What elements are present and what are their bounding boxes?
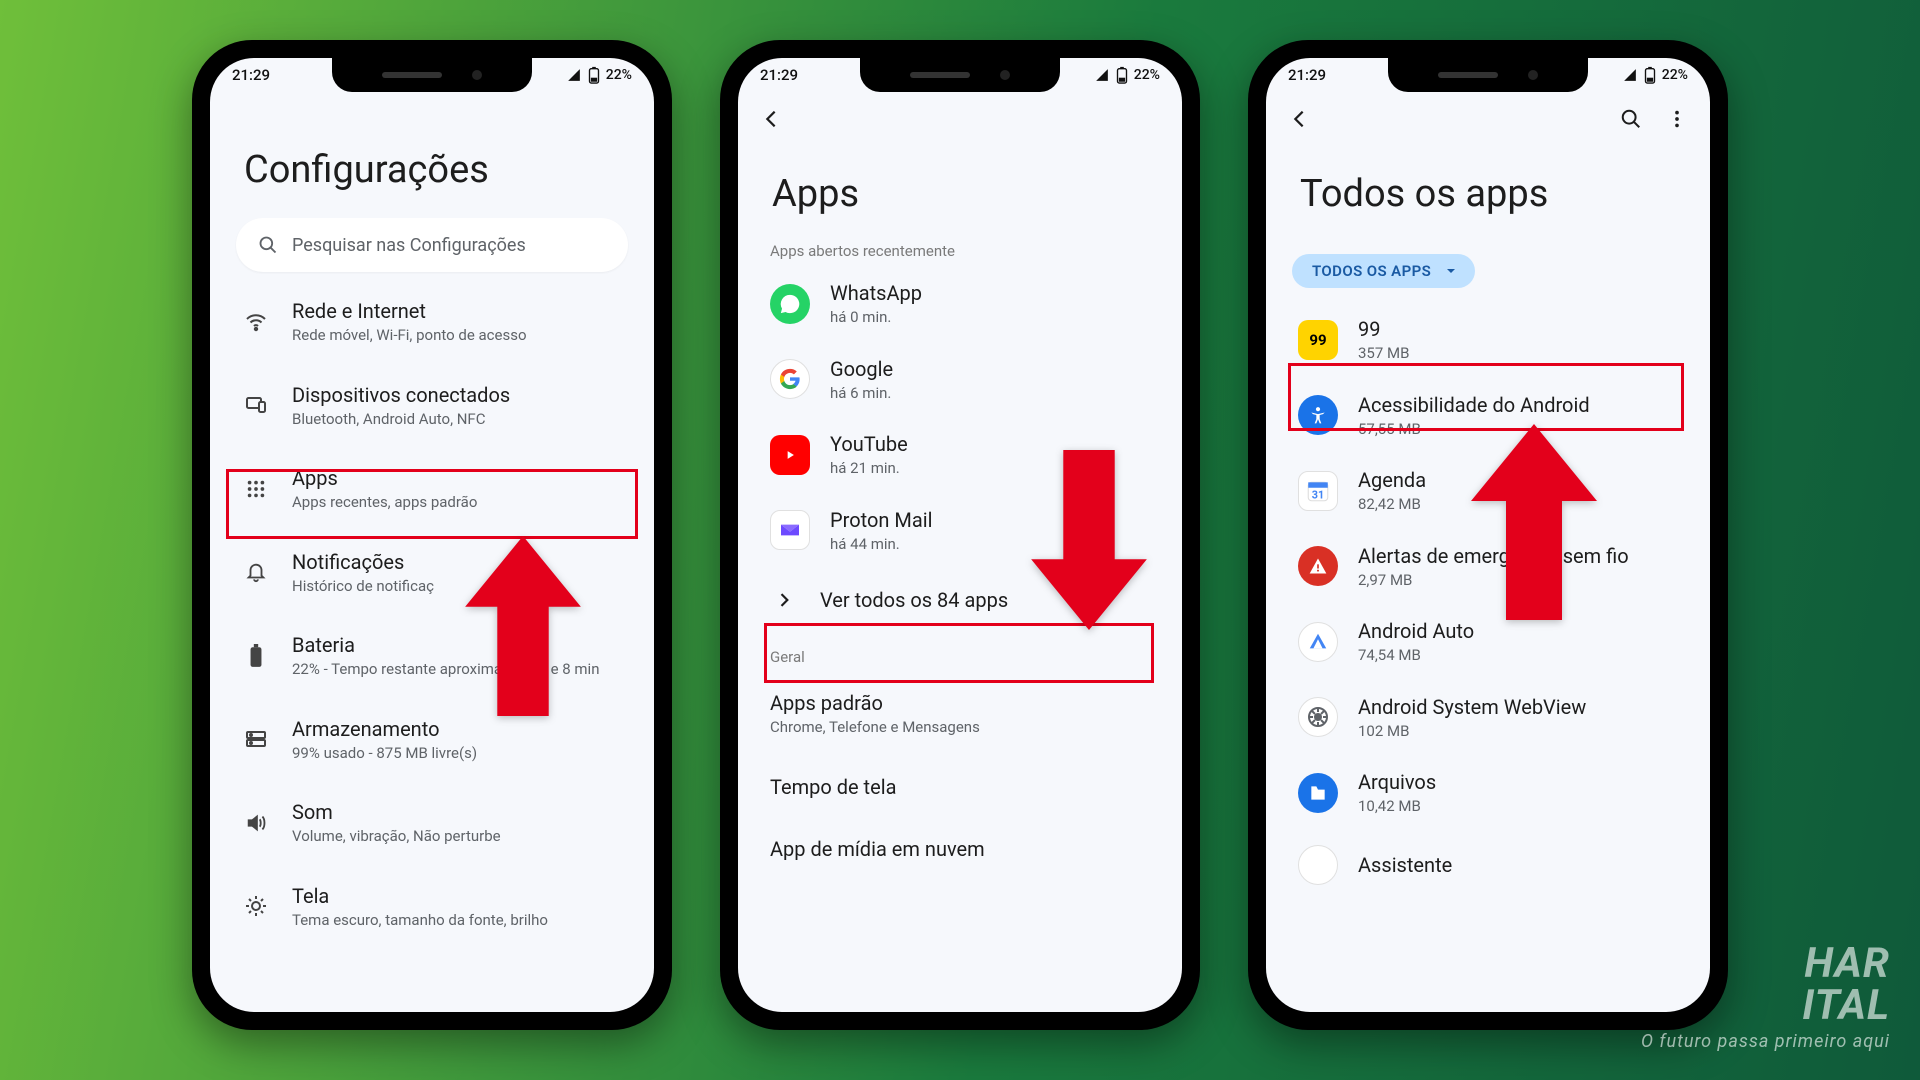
signal-icon: [1094, 68, 1110, 82]
whatsapp-icon: [770, 284, 810, 324]
overflow-menu-button[interactable]: [1662, 104, 1692, 134]
screen-all-apps: 21:29 22% Todos: [1266, 58, 1710, 1012]
youtube-icon: [770, 435, 810, 475]
battery-icon: [1116, 66, 1128, 84]
settings-item-battery[interactable]: Bateria22% - Tempo restante aproximado: …: [236, 614, 628, 698]
webview-icon: [1298, 697, 1338, 737]
general-default-apps[interactable]: Apps padrãoChrome, Telefone e Mensagens: [764, 672, 1156, 756]
top-app-bar: [738, 92, 1182, 146]
battery-icon: [242, 642, 270, 670]
screen-settings: 21:29 22% Configurações Pesquisar nas Co…: [210, 58, 654, 1012]
page-title: Configurações: [244, 148, 628, 192]
notch: [1388, 58, 1588, 92]
status-battery: 22%: [1134, 67, 1160, 83]
wifi-icon: [242, 308, 270, 336]
phone-frame: 21:29 22% Configurações Pesquisar nas Co…: [192, 40, 672, 1030]
page-title: Apps: [772, 172, 1156, 216]
settings-item-notifications[interactable]: NotificaçõesHistórico de notificaç: [236, 531, 628, 615]
recent-app-youtube[interactable]: YouTubehá 21 min.: [764, 417, 1156, 493]
screen-apps: 21:29 22% Apps Apps abertos recentemente…: [738, 58, 1182, 1012]
settings-item-display[interactable]: TelaTema escuro, tamanho da fonte, brilh…: [236, 865, 628, 949]
app-item-99[interactable]: 99 99357 MB: [1292, 302, 1684, 378]
search-input[interactable]: Pesquisar nas Configurações: [236, 218, 628, 272]
filter-label: TODOS OS APPS: [1312, 262, 1431, 280]
filter-chip[interactable]: TODOS OS APPS: [1292, 254, 1475, 288]
phone-frame: 21:29 22% Apps Apps abertos recentemente…: [720, 40, 1200, 1030]
recent-app-whatsapp[interactable]: WhatsApphá 0 min.: [764, 266, 1156, 342]
android-auto-icon: [1298, 622, 1338, 662]
bell-icon: [242, 558, 270, 586]
status-time: 21:29: [760, 66, 798, 84]
phone-frame: 21:29 22% Todos: [1248, 40, 1728, 1030]
status-battery: 22%: [1662, 67, 1688, 83]
settings-item-devices[interactable]: Dispositivos conectadosBluetooth, Androi…: [236, 364, 628, 448]
app-item-android-auto[interactable]: Android Auto74,54 MB: [1292, 604, 1684, 680]
watermark: HAR ITAL O futuro passa primeiro aqui: [1641, 943, 1890, 1052]
settings-item-storage[interactable]: Armazenamento99% usado - 875 MB livre(s): [236, 698, 628, 782]
search-button[interactable]: [1616, 104, 1646, 134]
app-item-alerts[interactable]: Alertas de emergência sem fio2,97 MB: [1292, 529, 1684, 605]
app-item-accessibility[interactable]: Acessibilidade do Android57,55 MB: [1292, 378, 1684, 454]
status-time: 21:29: [232, 66, 270, 84]
back-button[interactable]: [756, 104, 786, 134]
devices-icon: [242, 391, 270, 419]
signal-icon: [1622, 68, 1638, 82]
top-app-bar: [1266, 92, 1710, 146]
notch: [332, 58, 532, 92]
search-placeholder: Pesquisar nas Configurações: [292, 235, 526, 256]
app-item-webview[interactable]: Android System WebView102 MB: [1292, 680, 1684, 756]
storage-icon: [242, 725, 270, 753]
section-general-label: Geral: [770, 648, 1156, 666]
see-all-apps-button[interactable]: Ver todos os 84 apps: [764, 568, 1156, 632]
svg-text:31: 31: [1312, 488, 1324, 501]
chevron-right-icon: [770, 586, 798, 614]
general-screen-time[interactable]: Tempo de tela: [764, 756, 1156, 818]
status-time: 21:29: [1288, 66, 1326, 84]
search-icon: [258, 235, 278, 255]
app-99-icon: 99: [1298, 320, 1338, 360]
notch: [860, 58, 1060, 92]
battery-icon: [1644, 66, 1656, 84]
recent-app-google[interactable]: Googlehá 6 min.: [764, 342, 1156, 418]
apps-grid-icon: [242, 475, 270, 503]
back-button[interactable]: [1284, 104, 1314, 134]
settings-item-apps[interactable]: AppsApps recentes, apps padrão: [236, 447, 628, 531]
app-item-assistente[interactable]: Assistente: [1292, 831, 1684, 899]
app-item-arquivos[interactable]: Arquivos10,42 MB: [1292, 755, 1684, 831]
settings-item-network[interactable]: Rede e InternetRede móvel, Wi-Fi, ponto …: [236, 280, 628, 364]
sound-icon: [242, 809, 270, 837]
general-cloud-media[interactable]: App de mídia em nuvem: [764, 818, 1156, 880]
status-battery: 22%: [606, 67, 632, 83]
recent-app-protonmail[interactable]: Proton Mailhá 44 min.: [764, 493, 1156, 569]
brightness-icon: [242, 892, 270, 920]
page-title: Todos os apps: [1300, 172, 1684, 216]
settings-item-sound[interactable]: SomVolume, vibração, Não perturbe: [236, 781, 628, 865]
section-recent-label: Apps abertos recentemente: [770, 242, 1156, 260]
chevron-down-icon: [1445, 265, 1457, 277]
battery-icon: [588, 66, 600, 84]
signal-icon: [566, 68, 582, 82]
google-icon: [770, 359, 810, 399]
accessibility-icon: [1298, 395, 1338, 435]
protonmail-icon: [770, 510, 810, 550]
assistant-icon: [1298, 845, 1338, 885]
files-icon: [1298, 773, 1338, 813]
alert-icon: [1298, 546, 1338, 586]
app-item-agenda[interactable]: 31 Agenda82,42 MB: [1292, 453, 1684, 529]
calendar-icon: 31: [1298, 471, 1338, 511]
